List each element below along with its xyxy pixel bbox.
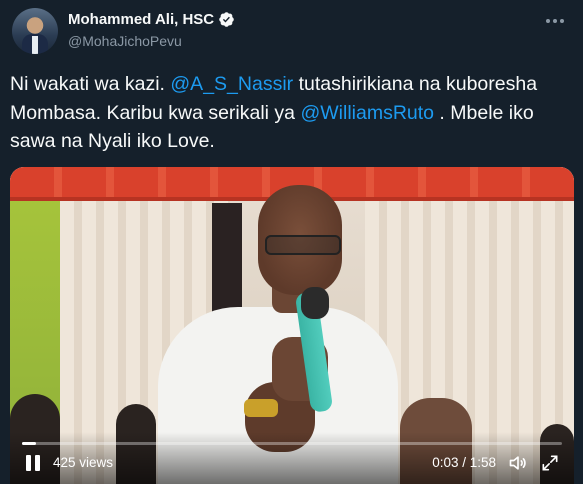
tweet-header: Mohammed Ali, HSC @MohaJichoPevu [12, 8, 571, 56]
video-progress-bar[interactable] [22, 442, 562, 445]
pause-icon[interactable] [24, 454, 42, 472]
author-name-row: Mohammed Ali, HSC [68, 11, 235, 28]
avatar[interactable] [12, 8, 58, 54]
fullscreen-icon[interactable] [540, 453, 560, 473]
view-count: 425 views [53, 455, 114, 470]
video-progress-fill [22, 442, 36, 445]
video-controls: 425 views 0:03 / 1:58 [10, 432, 574, 484]
verified-badge-icon [219, 12, 234, 27]
mention-link[interactable]: @WilliamsRuto [300, 102, 434, 124]
video-player[interactable]: 425 views 0:03 / 1:58 [10, 167, 574, 484]
tweet-text-segment: Ni wakati wa kazi. [10, 73, 171, 95]
mention-link[interactable]: @A_S_Nassir [170, 73, 293, 95]
more-options-icon[interactable] [543, 12, 567, 30]
video-time: 0:03 / 1:58 [432, 455, 496, 470]
author-name[interactable]: Mohammed Ali, HSC [68, 11, 214, 28]
author-handle[interactable]: @MohaJichoPevu [68, 33, 182, 49]
volume-icon[interactable] [508, 453, 528, 473]
tweet-text: Ni wakati wa kazi. @A_S_Nassir tutashiri… [10, 70, 575, 156]
